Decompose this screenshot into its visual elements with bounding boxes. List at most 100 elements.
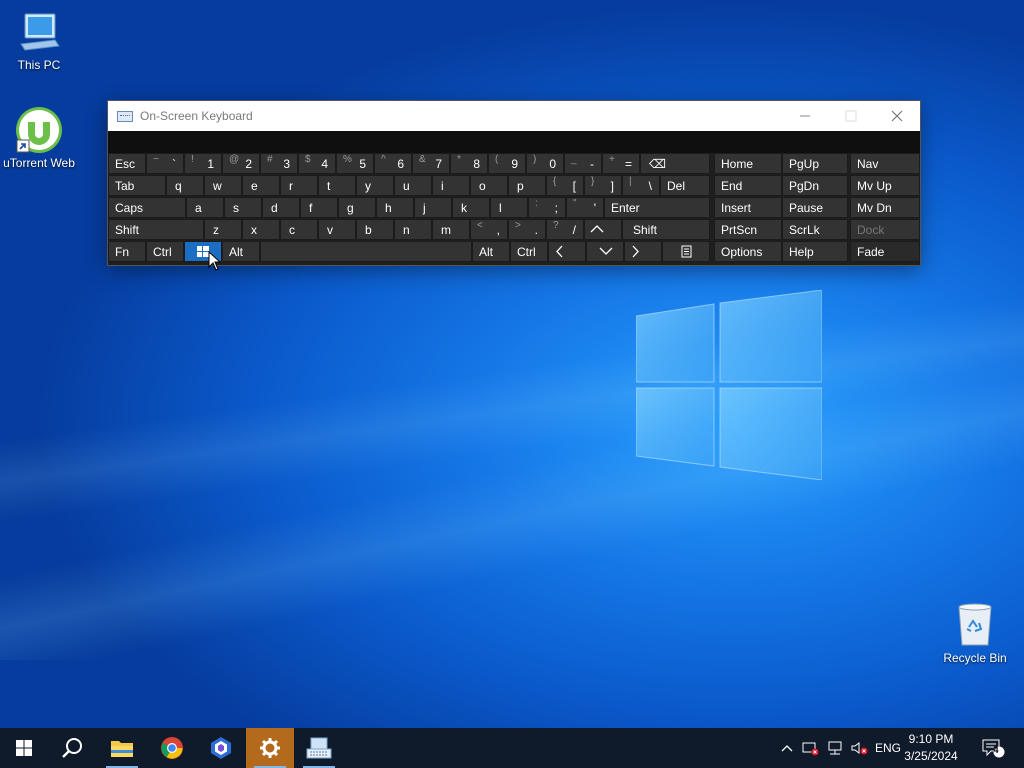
key-down-arrow[interactable] xyxy=(586,241,624,262)
search-button[interactable] xyxy=(48,728,96,768)
key-3[interactable]: #3 xyxy=(260,153,298,174)
key-l[interactable]: l xyxy=(490,197,528,218)
maximize-button[interactable] xyxy=(828,101,874,131)
minimize-button[interactable] xyxy=(782,101,828,131)
key-i[interactable]: i xyxy=(432,175,470,196)
key-fn[interactable]: Fn xyxy=(108,241,146,262)
action-center-button[interactable]: 4 xyxy=(978,728,1008,768)
close-button[interactable] xyxy=(874,101,920,131)
taskbar-clock[interactable]: 9:10 PM 3/25/2024 xyxy=(896,731,966,765)
key-y[interactable]: y xyxy=(356,175,394,196)
key-right-shift[interactable]: Shift xyxy=(622,219,710,240)
key-d[interactable]: d xyxy=(262,197,300,218)
key-caps[interactable]: Caps xyxy=(108,197,186,218)
key-q[interactable]: q xyxy=(166,175,204,196)
key-4[interactable]: $4 xyxy=(298,153,336,174)
key-r[interactable]: r xyxy=(280,175,318,196)
taskbar-on-screen-keyboard[interactable] xyxy=(295,728,343,768)
key-v[interactable]: v xyxy=(318,219,356,240)
key-h[interactable]: h xyxy=(376,197,414,218)
taskbar-photos-app[interactable] xyxy=(197,728,245,768)
key-7[interactable]: & 7 xyxy=(412,153,450,174)
key-backslash[interactable]: | \ xyxy=(622,175,660,196)
key-pgdn[interactable]: PgDn xyxy=(782,175,848,196)
key-k[interactable]: k xyxy=(452,197,490,218)
key-right-ctrl[interactable]: Ctrl xyxy=(510,241,548,262)
key-s[interactable]: s xyxy=(224,197,262,218)
key-n[interactable]: n xyxy=(394,219,432,240)
key-fade[interactable]: Fade xyxy=(850,241,920,262)
key-c[interactable]: c xyxy=(280,219,318,240)
key-menu[interactable] xyxy=(662,241,710,262)
taskbar-settings[interactable] xyxy=(246,728,294,768)
desktop-icon-this-pc[interactable]: This PC xyxy=(0,8,79,72)
key-left-shift[interactable]: Shift xyxy=(108,219,204,240)
key-backtick[interactable]: ~ ` xyxy=(146,153,184,174)
key-left-arrow[interactable] xyxy=(548,241,586,262)
key-f[interactable]: f xyxy=(300,197,338,218)
key-8[interactable]: * 8 xyxy=(450,153,488,174)
key-mv-dn[interactable]: Mv Dn xyxy=(850,197,920,218)
osk-titlebar[interactable]: On-Screen Keyboard xyxy=(108,101,920,131)
key-esc[interactable]: Esc xyxy=(108,153,146,174)
key-9[interactable]: (9 xyxy=(488,153,526,174)
key-insert[interactable]: Insert xyxy=(714,197,782,218)
key-prtscn[interactable]: PrtScn xyxy=(714,219,782,240)
key-m[interactable]: m xyxy=(432,219,470,240)
desktop-icon-utorrent-web[interactable]: uTorrent Web xyxy=(0,106,79,170)
key-a[interactable]: a xyxy=(186,197,224,218)
key-j[interactable]: j xyxy=(414,197,452,218)
key-6[interactable]: ^ 6 xyxy=(374,153,412,174)
key-period[interactable]: >. xyxy=(508,219,546,240)
key-0[interactable]: ) 0 xyxy=(526,153,564,174)
key-semicolon[interactable]: :; xyxy=(528,197,566,218)
taskbar-file-explorer[interactable] xyxy=(98,728,146,768)
key-right-alt[interactable]: Alt xyxy=(472,241,510,262)
key-close-bracket[interactable]: }] xyxy=(584,175,622,196)
key-help[interactable]: Help xyxy=(782,241,848,262)
key-scrlk[interactable]: ScrLk xyxy=(782,219,848,240)
key-slash[interactable]: ? / xyxy=(546,219,584,240)
key-x[interactable]: x xyxy=(242,219,280,240)
taskbar-chrome[interactable] xyxy=(148,728,196,768)
key-1[interactable]: ! 1 xyxy=(184,153,222,174)
key-open-bracket[interactable]: {[ xyxy=(546,175,584,196)
tray-network-button[interactable] xyxy=(824,728,846,768)
key-e[interactable]: e xyxy=(242,175,280,196)
key-pause[interactable]: Pause xyxy=(782,197,848,218)
key-nav[interactable]: Nav xyxy=(850,153,920,174)
key-dock[interactable]: Dock xyxy=(850,219,920,240)
key-del[interactable]: Del xyxy=(660,175,710,196)
key-home[interactable]: Home xyxy=(714,153,782,174)
key-b[interactable]: b xyxy=(356,219,394,240)
key-tab[interactable]: Tab xyxy=(108,175,166,196)
key-t[interactable]: t xyxy=(318,175,356,196)
key-pgup[interactable]: PgUp xyxy=(782,153,848,174)
key-left-ctrl[interactable]: Ctrl xyxy=(146,241,184,262)
key-up-arrow[interactable] xyxy=(584,219,622,240)
key-right-arrow[interactable] xyxy=(624,241,662,262)
key-2[interactable]: @2 xyxy=(222,153,260,174)
key-left-alt[interactable]: Alt xyxy=(222,241,260,262)
key-end[interactable]: End xyxy=(714,175,782,196)
tray-security-button[interactable] xyxy=(800,728,822,768)
key-quote[interactable]: " ' xyxy=(566,197,604,218)
start-button[interactable] xyxy=(0,728,48,768)
key-o[interactable]: o xyxy=(470,175,508,196)
tray-volume-button[interactable] xyxy=(848,728,870,768)
key-mv-up[interactable]: Mv Up xyxy=(850,175,920,196)
key-w[interactable]: w xyxy=(204,175,242,196)
key-enter[interactable]: Enter xyxy=(604,197,710,218)
key-backspace[interactable]: ⌫ xyxy=(640,153,710,174)
key-5[interactable]: % 5 xyxy=(336,153,374,174)
key-minus[interactable]: _ - xyxy=(564,153,602,174)
key-z[interactable]: z xyxy=(204,219,242,240)
key-equals[interactable]: + = xyxy=(602,153,640,174)
key-options[interactable]: Options xyxy=(714,241,782,262)
key-g[interactable]: g xyxy=(338,197,376,218)
key-space[interactable] xyxy=(260,241,472,262)
tray-overflow-button[interactable] xyxy=(776,728,798,768)
key-p[interactable]: p xyxy=(508,175,546,196)
key-u[interactable]: u xyxy=(394,175,432,196)
key-comma[interactable]: <, xyxy=(470,219,508,240)
